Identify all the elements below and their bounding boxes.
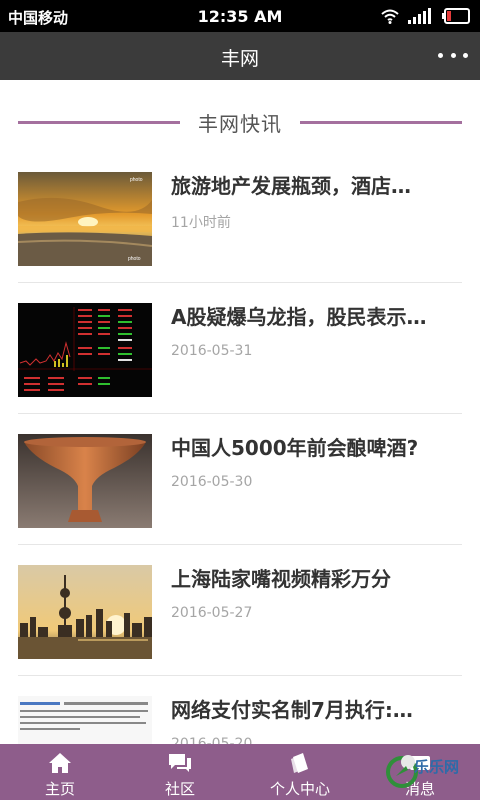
section-header: 丰网快讯 [18, 104, 462, 138]
news-thumbnail [18, 434, 152, 528]
news-thumbnail [18, 565, 152, 659]
battery-icon [442, 8, 470, 24]
news-date: 2016-05-30 [171, 474, 253, 490]
tab-label: 个人中心 [269, 780, 330, 798]
ancient-cup-image [18, 434, 152, 528]
news-title: A股疑爆乌龙指，股民表示… [171, 305, 427, 329]
tab-community[interactable]: 社区 [120, 744, 240, 800]
news-thumbnail [18, 303, 152, 397]
news-title: 上海陆家嘴视频精彩万分 [171, 567, 391, 591]
status-bar: 中国移动 12:35 AM [0, 0, 480, 32]
tab-home[interactable]: 主页 [0, 744, 120, 800]
news-item[interactable]: 中国人5000年前会酿啤酒? 2016-05-30 [0, 414, 480, 545]
news-date: 11小时前 [171, 215, 231, 231]
title-bar: 丰网 [0, 32, 480, 80]
news-title: 旅游地产发展瓶颈，酒店… [171, 174, 411, 198]
news-title: 中国人5000年前会酿啤酒? [171, 436, 419, 460]
watermark: 乐乐网 [384, 744, 480, 800]
more-dot-icon [463, 52, 468, 58]
news-item[interactable]: A股疑爆乌龙指，股民表示… 2016-05-31 [0, 283, 480, 414]
tab-personal-center[interactable]: 个人中心 [240, 744, 360, 800]
sunset-beach-image: photo photo [18, 172, 152, 266]
more-dot-icon [438, 52, 443, 58]
more-dot-icon [450, 52, 456, 58]
svg-text:photo: photo [128, 256, 141, 262]
news-item[interactable]: 上海陆家嘴视频精彩万分 2016-05-27 [0, 545, 480, 676]
tab-label: 主页 [44, 780, 75, 798]
news-item[interactable]: photo photo 旅游地产发展瓶颈，酒店… 11小时前 [0, 152, 480, 283]
system-icons [380, 7, 470, 25]
wifi-icon [381, 9, 399, 24]
news-date: 2016-05-27 [171, 605, 253, 621]
watermark-text: 乐乐网 [414, 758, 460, 776]
tab-label: 社区 [164, 780, 195, 798]
news-thumbnail: photo photo [18, 172, 152, 266]
shanghai-skyline-image [18, 565, 152, 659]
news-title: 网络支付实名制7月执行:… [171, 698, 413, 722]
news-date: 2016-05-31 [171, 343, 253, 359]
home-icon [49, 753, 71, 773]
svg-text:photo: photo [130, 177, 143, 183]
section-divider-right [300, 121, 462, 124]
stock-ticker-image [18, 303, 152, 397]
person-card-icon [291, 753, 308, 773]
signal-icon [408, 8, 431, 24]
page-title: 丰网 [220, 48, 259, 70]
more-menu-button[interactable] [438, 45, 468, 65]
chat-icon [169, 754, 191, 772]
